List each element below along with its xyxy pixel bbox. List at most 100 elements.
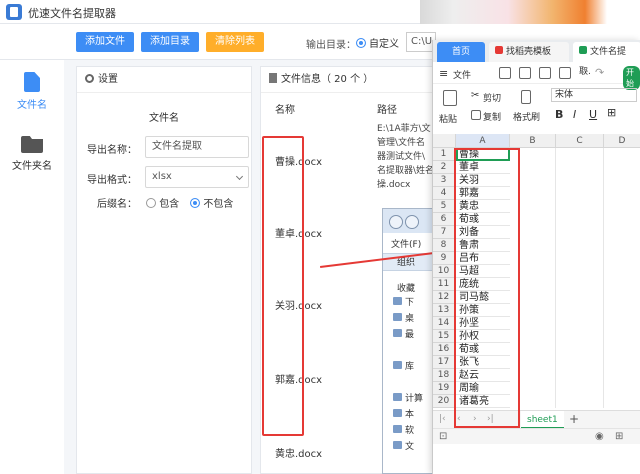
export-format-label: 导出格式： (87, 175, 137, 186)
copy-label[interactable]: 复制 (483, 110, 501, 123)
paste-icon[interactable] (443, 90, 457, 106)
add-file-button[interactable]: 添加文件 (76, 32, 134, 52)
corner-cell[interactable] (433, 134, 456, 148)
export-icon[interactable] (519, 67, 531, 79)
nav-item[interactable]: 计算 (405, 391, 423, 404)
nav-folder-names-label: 文件夹名 (12, 161, 52, 172)
grid-line (555, 148, 556, 408)
custom-radio[interactable]: 自定义 (356, 35, 399, 50)
preview-icon[interactable] (559, 67, 571, 79)
copy-icon[interactable] (471, 110, 481, 120)
nav-item[interactable]: 本 (405, 407, 414, 420)
nav-item[interactable]: 最 (405, 327, 414, 340)
tab-templates[interactable]: 找稻壳模板 (489, 42, 569, 62)
save-icon[interactable] (499, 67, 511, 79)
app-title: 优速文件名提取器 (28, 7, 116, 20)
row-number[interactable]: 14 (433, 317, 455, 330)
redo-icon[interactable]: ↷ (595, 66, 604, 79)
nav-folder-names[interactable]: 文件夹名 (0, 136, 64, 172)
folder-icon (393, 297, 402, 305)
back-icon[interactable] (389, 215, 403, 229)
row-number[interactable]: 19 (433, 382, 455, 395)
file-info-title: 文件信息（ 20 个 ） (281, 74, 374, 85)
row-number[interactable]: 20 (433, 395, 455, 408)
row-number[interactable]: 4 (433, 187, 455, 200)
row-number[interactable]: 16 (433, 343, 455, 356)
radio-selected-icon (190, 198, 201, 208)
row-number[interactable]: 15 (433, 330, 455, 343)
format-painter-icon[interactable] (521, 90, 531, 104)
row-number[interactable]: 2 (433, 161, 455, 174)
chevron-down-icon (235, 172, 244, 181)
path-text: 名提取器\姓名 (377, 166, 435, 176)
cut-label[interactable]: 剪切 (483, 91, 501, 104)
nav-item[interactable]: 桌 (405, 311, 414, 324)
nav-file-names[interactable]: 文件名 (0, 72, 64, 111)
row-number[interactable]: 5 (433, 200, 455, 213)
nav-item[interactable]: 软 (405, 423, 414, 436)
row-number[interactable]: 7 (433, 226, 455, 239)
view-mode-icon[interactable]: ⊞ (615, 431, 623, 442)
add-directory-button[interactable]: 添加目录 (141, 32, 199, 52)
radio-icon (146, 198, 157, 208)
bold-icon[interactable]: B (555, 108, 563, 121)
drive-icon (393, 409, 402, 417)
highlight-box (262, 136, 304, 436)
row-number[interactable]: 1 (433, 148, 455, 161)
nav-item[interactable]: 下 (405, 295, 414, 308)
radio-selected-icon (356, 38, 366, 48)
row-number[interactable]: 11 (433, 278, 455, 291)
row-number[interactable]: 17 (433, 356, 455, 369)
settings-header: 设置 (77, 67, 251, 93)
column-header[interactable]: B (510, 134, 556, 148)
format-painter-label[interactable]: 格式刷 (513, 110, 540, 123)
row-number[interactable]: 12 (433, 291, 455, 304)
cut-icon[interactable]: ✂ (471, 90, 479, 101)
add-sheet-icon[interactable]: + (569, 412, 579, 426)
row-number[interactable]: 8 (433, 239, 455, 252)
italic-icon[interactable]: I (573, 108, 576, 121)
explorer-menu-file[interactable]: 文件(F) (391, 237, 421, 250)
settings-title: 设置 (98, 74, 118, 85)
export-name-row: 导出名称： 文件名提取 (85, 136, 249, 158)
favorites-item[interactable]: 收藏 (397, 281, 415, 294)
column-header[interactable]: D (604, 134, 640, 148)
nav-item[interactable]: 库 (405, 359, 414, 372)
column-header[interactable]: C (556, 134, 604, 148)
sheet-tab[interactable]: sheet1 (521, 411, 564, 429)
row-number[interactable]: 10 (433, 265, 455, 278)
suffix-label: 后缀名： (97, 199, 137, 210)
row-number[interactable]: 13 (433, 304, 455, 317)
tab-home[interactable]: 首页 (437, 42, 485, 62)
row-number[interactable]: 18 (433, 369, 455, 382)
font-select[interactable]: 宋体 (551, 88, 637, 102)
export-name-input[interactable]: 文件名提取 (145, 136, 249, 158)
output-dir-label: 输出目录： (306, 40, 356, 51)
column-name: 名称 (275, 105, 295, 116)
row-number[interactable]: 6 (433, 213, 455, 226)
exclude-radio[interactable]: 不包含 (190, 198, 233, 210)
column-header[interactable]: A (456, 134, 510, 148)
export-format-row: 导出格式： xlsx (85, 166, 249, 188)
paste-label[interactable]: 粘贴 (439, 112, 457, 125)
document-icon (269, 73, 277, 83)
include-radio[interactable]: 包含 (146, 198, 179, 210)
section-title: 文件名 (149, 113, 179, 124)
undo-icon[interactable]: ↶ (579, 66, 588, 79)
row-number[interactable]: 9 (433, 252, 455, 265)
nav-item[interactable]: 文 (405, 439, 414, 452)
export-format-select[interactable]: xlsx (145, 166, 249, 188)
clear-list-button[interactable]: 清除列表 (206, 32, 264, 52)
forward-icon[interactable] (405, 215, 419, 229)
row-number[interactable]: 3 (433, 174, 455, 187)
file-menu[interactable]: 文件 (453, 68, 471, 81)
print-icon[interactable] (539, 67, 551, 79)
file-row[interactable]: 黄忠.docx (275, 445, 322, 460)
hamburger-icon[interactable]: ≡ (439, 67, 448, 80)
sheet-nav-first-icon[interactable]: |‹ (439, 414, 446, 424)
eye-icon[interactable]: ◉ (595, 431, 604, 442)
borders-icon[interactable]: ⊞ (607, 106, 616, 119)
wps-ribbon: 粘贴 ✂ 剪切 复制 格式刷 宋体 B I U ⊞ (433, 84, 640, 140)
underline-icon[interactable]: U (589, 108, 597, 121)
tab-workbook[interactable]: 文件名提取. (573, 42, 640, 77)
